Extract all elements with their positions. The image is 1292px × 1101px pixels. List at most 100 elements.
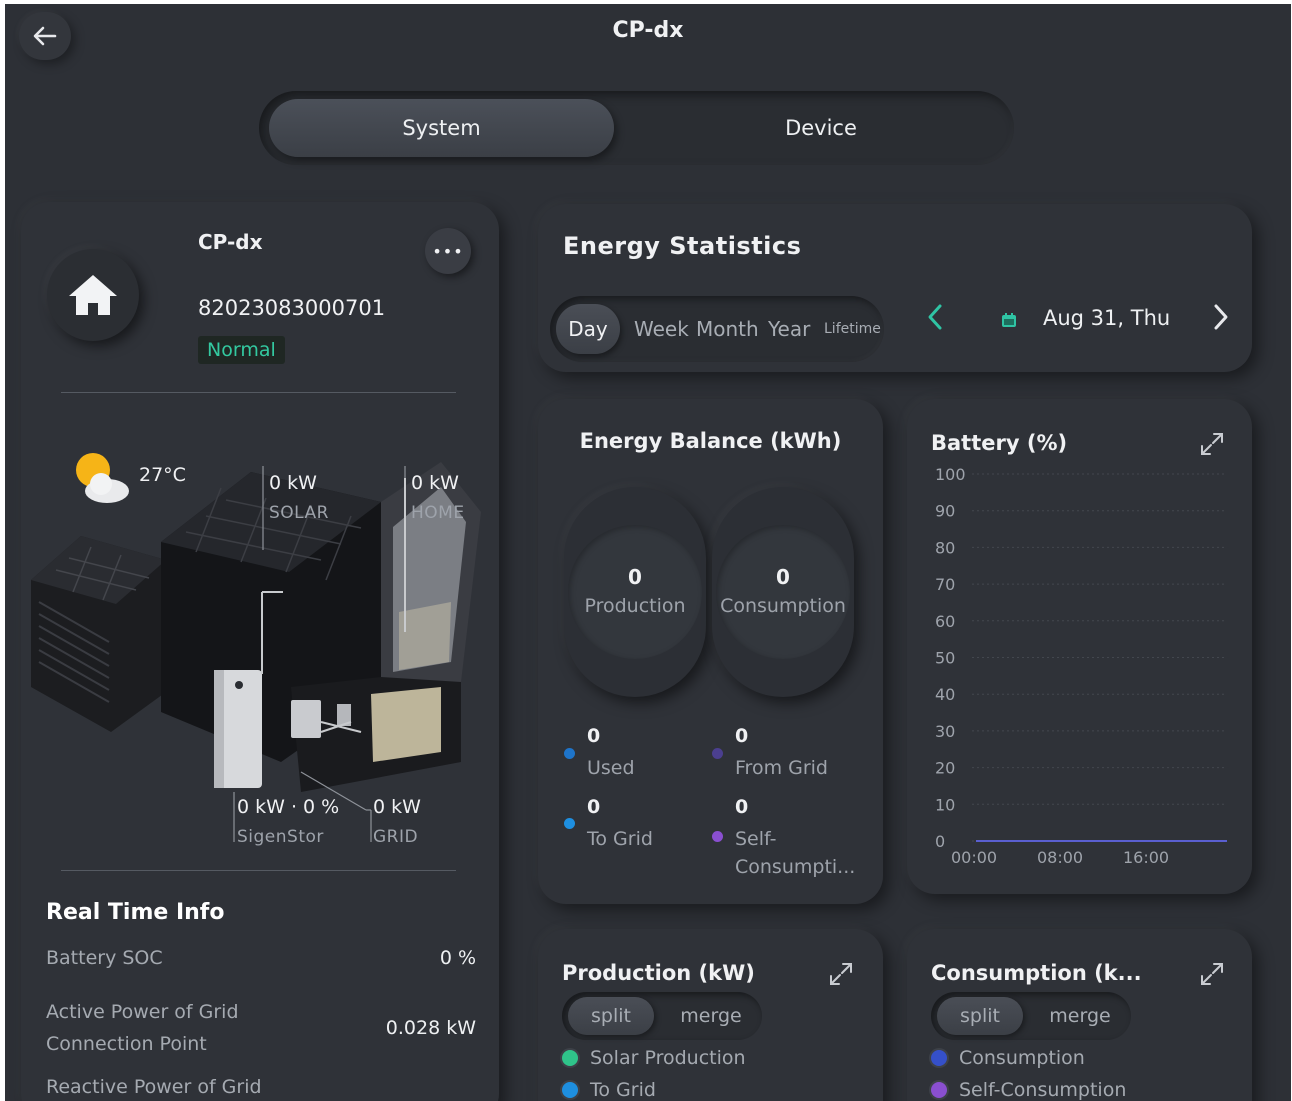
energy-balance-card: Energy Balance (kWh) 0 Production 0 Cons… [538, 399, 883, 904]
device-name: CP-dx [198, 230, 263, 254]
solar-power-value: 0 kW [269, 472, 317, 494]
home-power-value: 0 kW [411, 472, 459, 494]
status-badge: Normal [198, 336, 285, 364]
consumption-value: 0 [776, 565, 790, 589]
legend-swatch [931, 1082, 947, 1098]
to-grid-label: To Grid [587, 828, 653, 850]
more-icon: ••• [432, 241, 464, 261]
x-tick-label: 16:00 [1123, 848, 1169, 867]
merge-button[interactable]: merge [1035, 997, 1125, 1035]
calendar-icon [1002, 313, 1016, 327]
realtime-title: Real Time Info [46, 900, 225, 925]
y-tick-label: 80 [935, 538, 955, 557]
bubble-core: 0 Production [568, 525, 702, 659]
used-label: Used [587, 757, 635, 779]
merge-button[interactable]: merge [666, 997, 756, 1035]
bubble-core: 0 Consumption [716, 525, 850, 659]
grid-power-value: 0 kW [373, 796, 421, 818]
partly-cloudy-icon [76, 453, 129, 503]
legend-label: Solar Production [590, 1047, 746, 1069]
energy-balance-title: Energy Balance (kWh) [579, 429, 842, 453]
legend-swatch [562, 1050, 578, 1066]
expand-icon[interactable] [828, 961, 854, 987]
used-value: 0 [587, 725, 601, 747]
selected-date[interactable]: Aug 31, Thu [1043, 306, 1170, 330]
legend-item-to-grid[interactable]: To Grid [562, 1079, 656, 1101]
legend-item-consumption[interactable]: Consumption [931, 1047, 1085, 1069]
split-button[interactable]: split [568, 997, 654, 1035]
divider [61, 870, 456, 871]
period-lifetime[interactable]: Lifetime [824, 304, 881, 354]
production-mode-toggle: split merge [562, 992, 762, 1040]
production-label: Production [584, 595, 686, 617]
y-tick-label: 60 [935, 612, 955, 631]
y-tick-label: 100 [935, 465, 966, 484]
x-tick-label: 08:00 [1037, 848, 1083, 867]
period-month[interactable]: Month [696, 304, 759, 354]
battery-chart-card: Battery (%) 0 10 20 30 40 50 60 70 80 90 100 00:00 0… [907, 399, 1252, 894]
consumption-title: Consumption (k... [931, 961, 1142, 985]
self-consumption-value: 0 [735, 796, 749, 818]
x-tick-label: 00:00 [951, 848, 997, 867]
period-selector: Day Week Month Year Lifetime [550, 296, 884, 362]
from-grid-value: 0 [735, 725, 749, 747]
legend-label: To Grid [590, 1079, 656, 1101]
more-options-button[interactable]: ••• [425, 228, 471, 274]
period-year[interactable]: Year [768, 304, 810, 354]
legend-item-solar-production[interactable]: Solar Production [562, 1047, 746, 1069]
realtime-label: Reactive Power of Grid [46, 1076, 262, 1098]
battery-label: SigenStor [237, 827, 324, 847]
realtime-label: Battery SOC [46, 947, 163, 969]
grid-label: GRID [373, 827, 419, 847]
expand-icon[interactable] [1199, 961, 1225, 987]
y-tick-label: 10 [935, 795, 955, 814]
energy-statistics-title: Energy Statistics [563, 232, 802, 260]
realtime-label: Active Power of Grid Connection Point [46, 1001, 239, 1055]
legend-swatch [931, 1050, 947, 1066]
y-tick-label: 90 [935, 502, 955, 521]
weather-temperature: 27°C [139, 464, 186, 486]
home-button[interactable] [47, 249, 139, 341]
split-button[interactable]: split [937, 997, 1023, 1035]
battery-power-value: 0 kW · 0 % [237, 796, 340, 818]
production-bubble[interactable]: 0 Production [564, 487, 706, 697]
top-bar: CP-dx [5, 4, 1291, 64]
realtime-row-active-power: Active Power of Grid Connection Point 0.… [46, 996, 476, 1060]
consumption-label: Consumption [720, 595, 846, 617]
chevron-right-icon [1214, 304, 1228, 330]
tab-system[interactable]: System [269, 99, 614, 157]
solar-label: SOLAR [269, 503, 329, 523]
device-serial: 82023083000701 [198, 296, 386, 320]
y-tick-label: 40 [935, 685, 955, 704]
self-consumption-label: Self- Consumpti... [735, 828, 856, 878]
legend-item-self-consumption[interactable]: Self-Consumption [931, 1079, 1126, 1101]
y-tick-label: 50 [935, 649, 955, 668]
energy-flow-scene: 27°C 0 kW SOLAR 0 kW HOME 0 kW · 0 % Sig… [21, 432, 499, 872]
legend-label: Self-Consumption [959, 1079, 1127, 1101]
y-tick-label: 70 [935, 575, 955, 594]
consumption-card: Consumption (k... split merge Consumptio… [907, 929, 1252, 1101]
legend-dot-self-consumption [712, 831, 723, 842]
divider [61, 392, 456, 393]
consumption-mode-toggle: split merge [931, 992, 1131, 1040]
realtime-row-battery-soc: Battery SOC 0 % [46, 947, 476, 975]
realtime-row-reactive-power: Reactive Power of Grid [46, 1076, 476, 1101]
y-tick-label: 30 [935, 722, 955, 741]
chevron-left-icon [928, 304, 942, 330]
realtime-value: 0.028 kW [385, 1017, 476, 1039]
period-week[interactable]: Week [634, 304, 689, 354]
battery-line-chart: 0 10 20 30 40 50 60 70 80 90 100 00:00 08:00 16:00 [935, 465, 1227, 867]
home-label: HOME [411, 503, 465, 523]
app-window: CP-dx System Device CP-dx ••• 8202308300… [5, 4, 1291, 1101]
next-date-button[interactable] [1210, 302, 1230, 340]
energy-statistics-card: Energy Statistics Day Week Month Year Li… [538, 204, 1252, 372]
period-day[interactable]: Day [556, 304, 620, 354]
legend-swatch [562, 1082, 578, 1098]
prev-date-button[interactable] [926, 302, 946, 340]
page-title: CP-dx [612, 18, 684, 43]
realtime-value: 0 % [439, 947, 476, 969]
view-switcher: System Device [259, 91, 1014, 165]
tab-device[interactable]: Device [639, 99, 1003, 157]
production-title: Production (kW) [562, 961, 755, 985]
consumption-bubble[interactable]: 0 Consumption [712, 487, 854, 697]
